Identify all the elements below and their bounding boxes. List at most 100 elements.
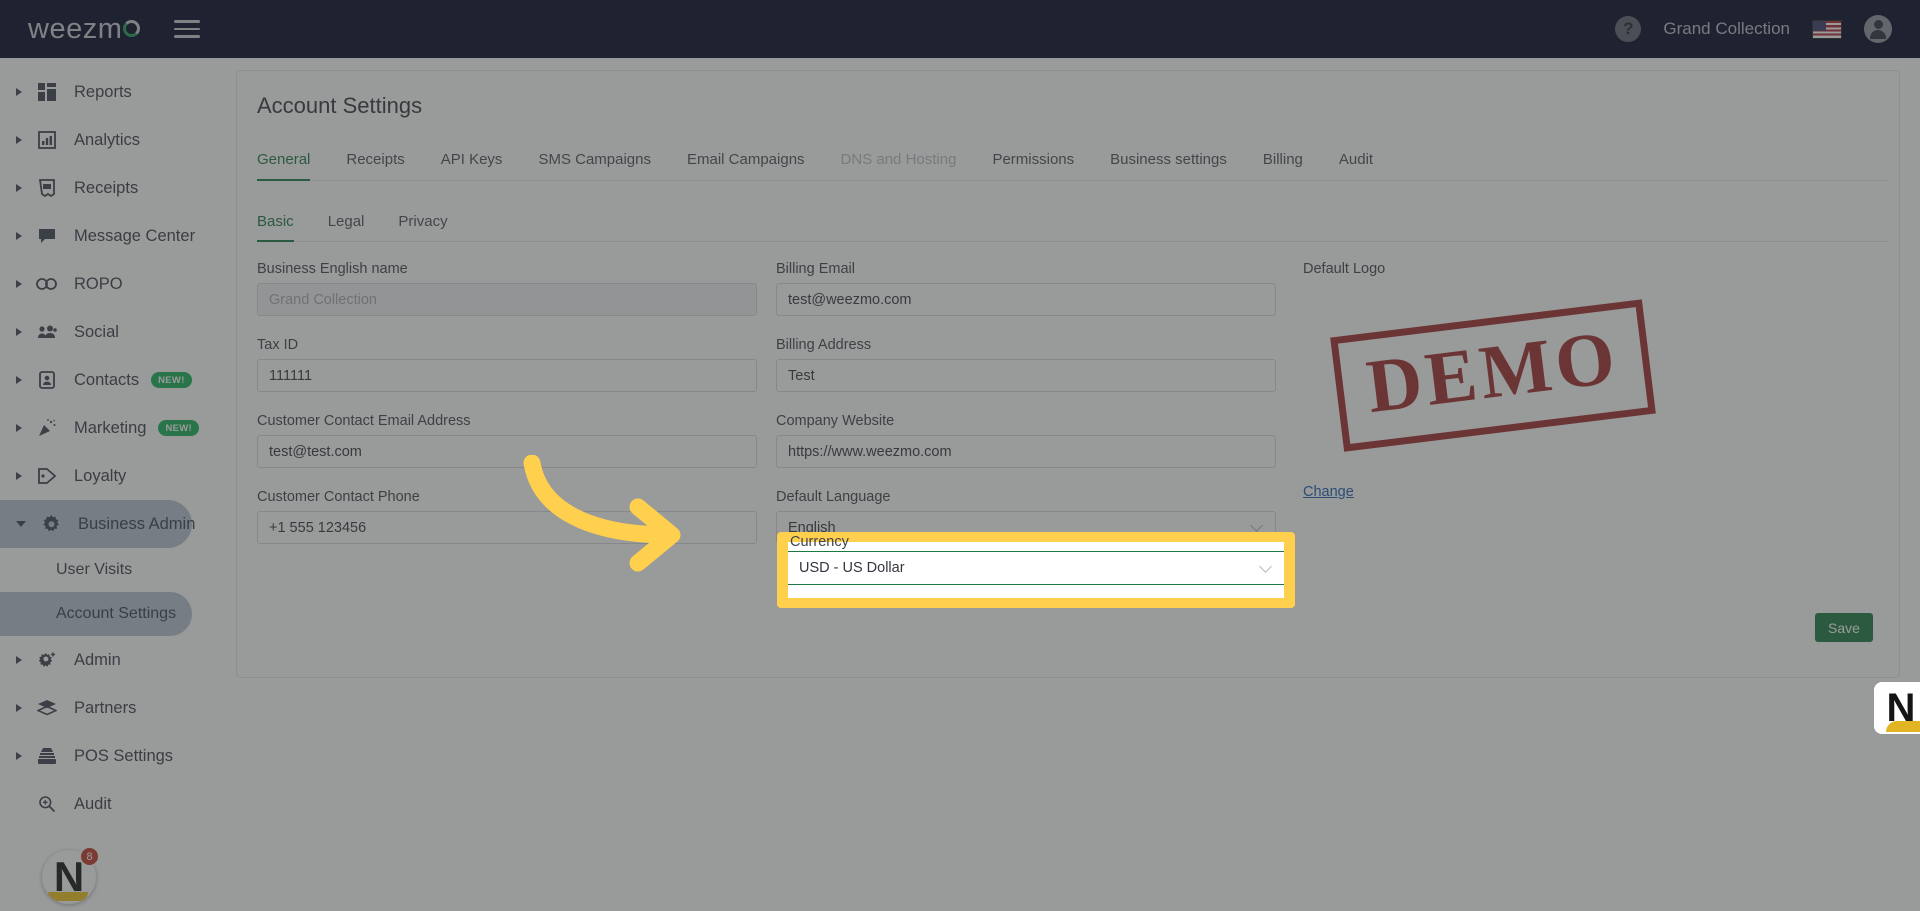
field-label: Billing Email	[776, 261, 855, 277]
user-avatar[interactable]	[1864, 15, 1892, 43]
tab-general[interactable]: General	[257, 147, 311, 181]
layers-icon	[34, 695, 60, 721]
chevron-right-icon	[16, 328, 22, 336]
tab-audit[interactable]: Audit	[1339, 147, 1373, 180]
sidebar-item-label: Social	[74, 322, 119, 341]
chevron-right-icon	[16, 472, 22, 480]
brand-o-icon	[123, 19, 141, 37]
sidebar-item-message-center[interactable]: Message Center	[0, 212, 196, 260]
sidebar-item-reports[interactable]: Reports	[0, 68, 192, 116]
gear-icon	[38, 511, 64, 537]
chevron-right-icon	[16, 280, 22, 288]
tab-billing[interactable]: Billing	[1263, 147, 1303, 180]
billing-email-input[interactable]: test@weezmo.com	[776, 283, 1276, 316]
field-label: Billing Address	[776, 337, 872, 353]
sidebar-item-business-admin[interactable]: Business Admin	[0, 500, 195, 548]
us-flag-icon[interactable]	[1812, 19, 1842, 39]
currency-label: Currency	[790, 534, 849, 550]
weezmo-logo[interactable]: weezm	[28, 12, 141, 46]
sidebar-item-label: Audit	[74, 794, 112, 813]
tab-permissions[interactable]: Permissions	[992, 147, 1074, 180]
company-website-input[interactable]: https://www.weezmo.com	[776, 435, 1276, 468]
avatar-body	[1870, 30, 1886, 39]
chat-icon	[34, 223, 60, 249]
contact-card-icon	[34, 367, 60, 393]
contact-phone-input[interactable]: +1 555 123456	[257, 511, 757, 544]
sidebar-item-label: Reports	[74, 82, 132, 101]
notification-logo-swoosh	[48, 892, 88, 901]
sidebar-item-marketing[interactable]: Marketing NEW!	[0, 404, 199, 452]
change-logo-link[interactable]: Change	[1303, 484, 1354, 500]
field-label: Default Language	[776, 489, 891, 505]
notification-logo-widget[interactable]: N 8	[42, 846, 100, 904]
sidebar-navigation: Reports Analytics Receipts Message Cente…	[0, 58, 220, 911]
tab-email-campaigns[interactable]: Email Campaigns	[687, 147, 805, 180]
currency-select[interactable]: USD - US Dollar	[788, 551, 1284, 585]
billing-address-input[interactable]: Test	[776, 359, 1276, 392]
sidebar-item-contacts[interactable]: Contacts NEW!	[0, 356, 192, 404]
new-badge: NEW!	[158, 420, 199, 436]
chevron-down-icon	[1259, 559, 1272, 573]
field-contact-email: Customer Contact Email Address test@test…	[257, 413, 757, 468]
tag-icon	[34, 463, 60, 489]
business-name-input: Grand Collection	[257, 283, 757, 316]
subtab-basic[interactable]: Basic	[257, 209, 294, 242]
sidebar-item-ropo[interactable]: ROPO	[0, 260, 192, 308]
dashboard-icon	[34, 79, 60, 105]
form-column-left: Business English name Grand Collection T…	[257, 261, 757, 565]
sidebar-item-loyalty[interactable]: Loyalty	[0, 452, 192, 500]
field-company-website: Company Website https://www.weezmo.com	[776, 413, 1276, 468]
sidebar-item-partners[interactable]: Partners	[0, 684, 192, 732]
subtab-privacy[interactable]: Privacy	[398, 209, 447, 241]
chevron-right-icon	[16, 424, 22, 432]
chevron-right-icon	[16, 656, 22, 664]
sidebar-item-analytics[interactable]: Analytics	[0, 116, 192, 164]
field-billing-email: Billing Email test@weezmo.com	[776, 261, 1276, 316]
tab-business-settings[interactable]: Business settings	[1110, 147, 1227, 180]
page-title: Account Settings	[257, 93, 423, 118]
chevron-right-icon	[16, 184, 22, 192]
new-badge: NEW!	[151, 372, 192, 388]
field-label: Company Website	[776, 413, 895, 429]
subtab-legal[interactable]: Legal	[328, 209, 365, 241]
brand-text: weezm	[28, 12, 123, 45]
form-column-right: Default Logo DEMO Change	[1303, 261, 1723, 501]
sidebar-item-label: Partners	[74, 698, 137, 717]
sidebar-item-label: Receipts	[74, 178, 139, 197]
field-label: Customer Contact Email Address	[257, 413, 471, 429]
chevron-down-icon	[16, 521, 26, 527]
default-logo-preview: DEMO	[1303, 283, 1683, 468]
search-plus-icon	[34, 791, 60, 817]
sidebar-item-pos-settings[interactable]: POS Settings	[0, 732, 192, 780]
tab-sms-campaigns[interactable]: SMS Campaigns	[538, 147, 651, 180]
tab-dns-and-hosting: DNS and Hosting	[840, 151, 957, 168]
sidebar-subitem-user-visits[interactable]: User Visits	[0, 548, 192, 592]
people-icon	[34, 319, 60, 345]
contact-email-input[interactable]: test@test.com	[257, 435, 757, 468]
sidebar-item-admin[interactable]: Admin	[0, 636, 192, 684]
pos-icon	[34, 743, 60, 769]
tab-api-keys[interactable]: API Keys	[441, 147, 503, 180]
infinity-icon	[34, 271, 60, 297]
hamburger-line	[174, 27, 201, 31]
floating-chat-widget[interactable]: N	[1874, 682, 1920, 734]
tab-receipts[interactable]: Receipts	[346, 147, 404, 180]
chevron-right-icon	[16, 136, 22, 144]
secondary-tab-bar: Basic Legal Privacy	[257, 209, 1889, 242]
field-label: Customer Contact Phone	[257, 489, 420, 505]
tax-id-input[interactable]: 111111	[257, 359, 757, 392]
sidebar-item-label: Admin	[74, 650, 121, 669]
chevron-right-icon	[16, 704, 22, 712]
sidebar-item-receipts[interactable]: Receipts	[0, 164, 192, 212]
sidebar-item-audit[interactable]: Audit	[0, 780, 192, 828]
sidebar-item-label: POS Settings	[74, 746, 174, 765]
floating-widget-swoosh	[1886, 721, 1920, 732]
sidebar-subitem-account-settings[interactable]: Account Settings	[0, 592, 192, 636]
save-button[interactable]: Save	[1815, 613, 1873, 642]
app-root: weezm ? Grand Collection Reports Analyti…	[0, 0, 1920, 911]
chevron-right-icon	[16, 88, 22, 96]
sidebar-item-label: Message Center	[74, 226, 196, 245]
sidebar-item-social[interactable]: Social	[0, 308, 192, 356]
help-icon[interactable]: ?	[1615, 16, 1642, 42]
hamburger-menu-icon[interactable]	[174, 20, 201, 38]
